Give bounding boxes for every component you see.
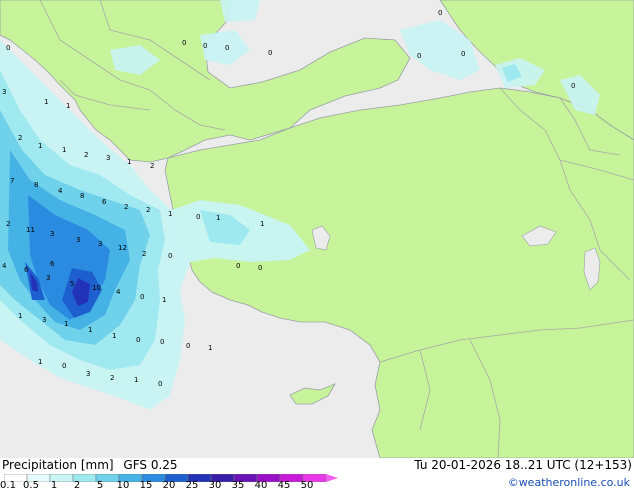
scale-tick-label: 15 — [139, 480, 153, 491]
value-label: 0 — [182, 39, 186, 47]
value-label: 2 — [18, 134, 22, 142]
value-label: 3 — [98, 240, 102, 248]
scale-tick-label: 2 — [73, 480, 81, 491]
value-label: 1 — [112, 332, 116, 340]
value-label: 0 — [268, 49, 272, 57]
scale-tick-label: 0.1 — [0, 480, 16, 491]
value-label: 1 — [18, 312, 22, 320]
value-label: 6 — [102, 198, 107, 206]
value-label: 0 — [571, 82, 575, 90]
value-label: 1 — [38, 142, 42, 150]
value-label: 0 — [140, 293, 144, 301]
scale-tick-label: 0.5 — [23, 480, 39, 491]
value-label: 4 — [2, 262, 7, 270]
value-label: 0 — [258, 264, 262, 272]
value-label: 2 — [110, 374, 114, 382]
scale-tick-label: 50 — [300, 480, 314, 491]
value-label: 1 — [260, 220, 264, 228]
value-label: 10 — [92, 284, 101, 292]
scale-tick-label: 1 — [50, 480, 58, 491]
value-label: 3 — [2, 88, 6, 96]
value-label: 3 — [106, 154, 110, 162]
legend-footer: Precipitation [mm] GFS 0.25 Tu 20-01-202… — [0, 458, 634, 490]
value-label: 11 — [26, 226, 35, 234]
value-label: 3 — [50, 230, 54, 238]
site-credit: ©weatheronline.co.uk — [507, 476, 630, 489]
value-label: 0 — [186, 342, 190, 350]
scale-tick-label: 5 — [96, 480, 104, 491]
value-label: 1 — [162, 296, 166, 304]
precip-title: Precipitation [mm] — [2, 458, 114, 472]
value-label: 3 — [46, 274, 50, 282]
value-label: 0 — [236, 262, 240, 270]
value-label: 0 — [196, 213, 200, 221]
value-label: 0 — [168, 252, 172, 260]
value-label: 8 — [34, 181, 38, 189]
value-label: 7 — [10, 177, 14, 185]
value-label: 0 — [160, 338, 164, 346]
value-label: 12 — [118, 244, 127, 252]
value-label: 0 — [6, 44, 10, 52]
value-label: 0 — [225, 44, 229, 52]
value-label: 2 — [124, 203, 128, 211]
value-label: 0 — [136, 336, 140, 344]
legend-title: Precipitation [mm] GFS 0.25 — [2, 458, 178, 472]
value-label: 8 — [80, 192, 84, 200]
model-name: GFS 0.25 — [123, 458, 178, 472]
value-label: 5 — [70, 280, 74, 288]
value-label: 2 — [142, 250, 146, 258]
value-label: 1 — [168, 210, 172, 218]
value-label: 0 — [438, 9, 442, 17]
precipitation-map: 0 0 0 0 0 0 0 0 0 3 1 1 2 1 1 2 3 1 2 7 … — [0, 0, 634, 458]
value-label: 0 — [158, 380, 162, 388]
value-label: 1 — [62, 146, 66, 154]
value-label: 1 — [216, 214, 220, 222]
value-label: 1 — [38, 358, 42, 366]
scale-tick-label: 10 — [116, 480, 130, 491]
value-label: 4 — [58, 187, 63, 195]
value-label: 6 — [24, 266, 29, 274]
value-label: 1 — [66, 102, 70, 110]
value-label: 0 — [62, 362, 66, 370]
scale-tick-label: 30 — [208, 480, 222, 491]
forecast-datetime: Tu 20-01-2026 18..21 UTC (12+153) — [414, 458, 632, 472]
value-label: 3 — [42, 316, 46, 324]
value-label: 6 — [50, 260, 55, 268]
value-label: 1 — [44, 98, 48, 106]
value-label: 1 — [208, 344, 212, 352]
scale-arrow — [326, 474, 338, 482]
value-label: 2 — [150, 162, 154, 170]
value-label: 2 — [146, 206, 150, 214]
value-label: 0 — [417, 52, 421, 60]
scale-tick-label: 35 — [231, 480, 245, 491]
value-label: 0 — [461, 50, 465, 58]
value-label: 0 — [203, 42, 207, 50]
value-label: 1 — [88, 326, 92, 334]
scale-tick-label: 40 — [254, 480, 268, 491]
value-label: 3 — [86, 370, 90, 378]
value-label: 2 — [84, 151, 88, 159]
scale-tick-label: 45 — [277, 480, 291, 491]
value-label: 2 — [6, 220, 10, 228]
value-label: 4 — [116, 288, 121, 296]
value-label: 3 — [76, 236, 80, 244]
scale-tick-label: 20 — [162, 480, 176, 491]
value-label: 1 — [127, 158, 131, 166]
value-label: 1 — [64, 320, 68, 328]
scale-tick-label: 25 — [185, 480, 199, 491]
value-label: 1 — [134, 376, 138, 384]
